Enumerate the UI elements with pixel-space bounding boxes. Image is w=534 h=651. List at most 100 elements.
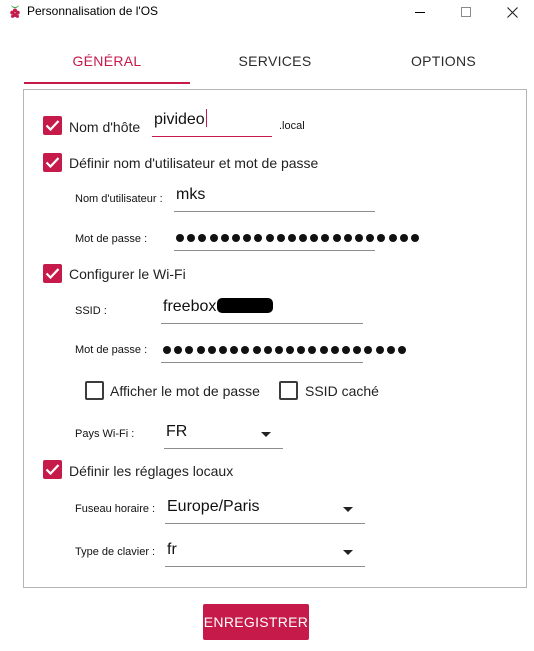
active-tab-indicator [24,82,190,84]
wifi-country-label: Pays Wi-Fi : [75,428,135,440]
password-dot [263,346,272,354]
password-dot [231,234,240,242]
password-dot [332,234,341,242]
keyboard-label: Type de clavier : [75,546,156,558]
title-bar: Personnalisation de l'OS [0,0,534,24]
maximize-icon [461,7,471,17]
chevron-down-icon [343,550,353,555]
show-password-label: Afficher le mot de passe [110,383,260,399]
password-dot [364,346,373,354]
wifi-password-field-label: Mot de passe : [75,344,148,356]
tab-general[interactable]: GÉNÉRAL [24,38,190,84]
timezone-select[interactable]: Europe/Paris [165,494,365,524]
hostname-checkbox[interactable] [43,116,62,135]
password-dot [286,346,295,354]
password-mask [176,234,419,242]
wifi-country-value: FR [166,423,188,440]
general-settings-panel: Nom d'hôte pivideo .local Définir nom d'… [23,89,527,588]
window-title: Personnalisation de l'OS [27,4,159,18]
password-dot [220,234,229,242]
hostname-input[interactable]: pivideo [152,107,272,137]
password-dot [241,346,250,354]
password-dot [252,346,261,354]
password-dot [319,346,328,354]
user-password-field-label: Mot de passe : [75,233,148,245]
username-value: mks [176,186,206,203]
password-dot [198,234,207,242]
password-dot [355,234,363,242]
checkmark-icon [45,268,60,280]
password-dot [163,346,171,354]
wifi-country-select[interactable]: FR [164,419,283,449]
chevron-down-icon [343,507,353,512]
save-button[interactable]: ENREGISTRER [203,604,309,640]
ssid-value: freebox [163,298,217,315]
password-dot [187,234,196,242]
password-dot [386,346,395,354]
password-dot [209,234,218,242]
hidden-ssid-label: SSID caché [305,383,379,399]
password-dot [185,346,194,354]
username-input[interactable]: mks [174,182,375,212]
raspberry-pi-logo-icon [10,5,20,18]
password-dot [274,346,283,354]
password-dot [366,234,375,242]
timezone-value: Europe/Paris [167,498,260,515]
password-dot [218,346,227,354]
ssid-label: SSID : [75,305,107,317]
hidden-ssid-checkbox[interactable] [279,381,298,400]
wifi-password-input[interactable] [161,333,406,363]
password-dot [343,234,352,242]
user-password-label: Définir nom d'utilisateur et mot de pass… [69,155,319,171]
wifi-label: Configurer le Wi-Fi [69,266,186,282]
locale-checkbox[interactable] [43,460,62,479]
checkmark-icon [45,464,60,476]
tab-options[interactable]: OPTIONS [360,38,527,84]
keyboard-value: fr [167,541,177,558]
password-dot [399,234,408,242]
minimize-button[interactable] [397,0,443,24]
password-dot [297,346,306,354]
password-dot [310,234,319,242]
password-dot [174,346,183,354]
password-dot [308,346,317,354]
password-dot [377,234,386,242]
password-dot [330,346,339,354]
password-dot [342,346,350,354]
password-dot [388,234,397,242]
show-password-checkbox[interactable] [85,381,104,400]
password-dot [265,234,274,242]
tab-services[interactable]: SERVICES [192,38,358,84]
user-password-input[interactable] [174,221,419,251]
password-mask [163,346,406,354]
password-dot [196,346,205,354]
redaction-mark [217,298,274,313]
chevron-down-icon [261,432,271,437]
hostname-value: pivideo [154,111,205,128]
hostname-label: Nom d'hôte [69,119,141,135]
password-dot [410,234,419,242]
maximize-button[interactable] [443,0,489,24]
hostname-suffix: .local [279,120,305,132]
ssid-input[interactable]: freebox [161,294,363,324]
checkmark-icon [45,120,60,132]
close-button[interactable] [489,0,534,24]
password-dot [397,346,406,354]
wifi-checkbox[interactable] [43,264,62,283]
password-dot [230,346,239,354]
password-dot [254,234,263,242]
username-label: Nom d'utilisateur : [75,193,163,205]
password-dot [276,234,285,242]
password-dot [353,346,362,354]
minimize-icon [415,11,425,13]
keyboard-select[interactable]: fr [165,537,365,567]
password-dot [176,234,184,242]
password-dot [321,234,330,242]
password-dot [243,234,252,242]
checkmark-icon [45,157,60,169]
close-icon [506,6,518,18]
tab-bar: GÉNÉRAL SERVICES OPTIONS [24,38,527,84]
user-password-checkbox[interactable] [43,153,62,172]
password-dot [299,234,308,242]
password-dot [287,234,296,242]
